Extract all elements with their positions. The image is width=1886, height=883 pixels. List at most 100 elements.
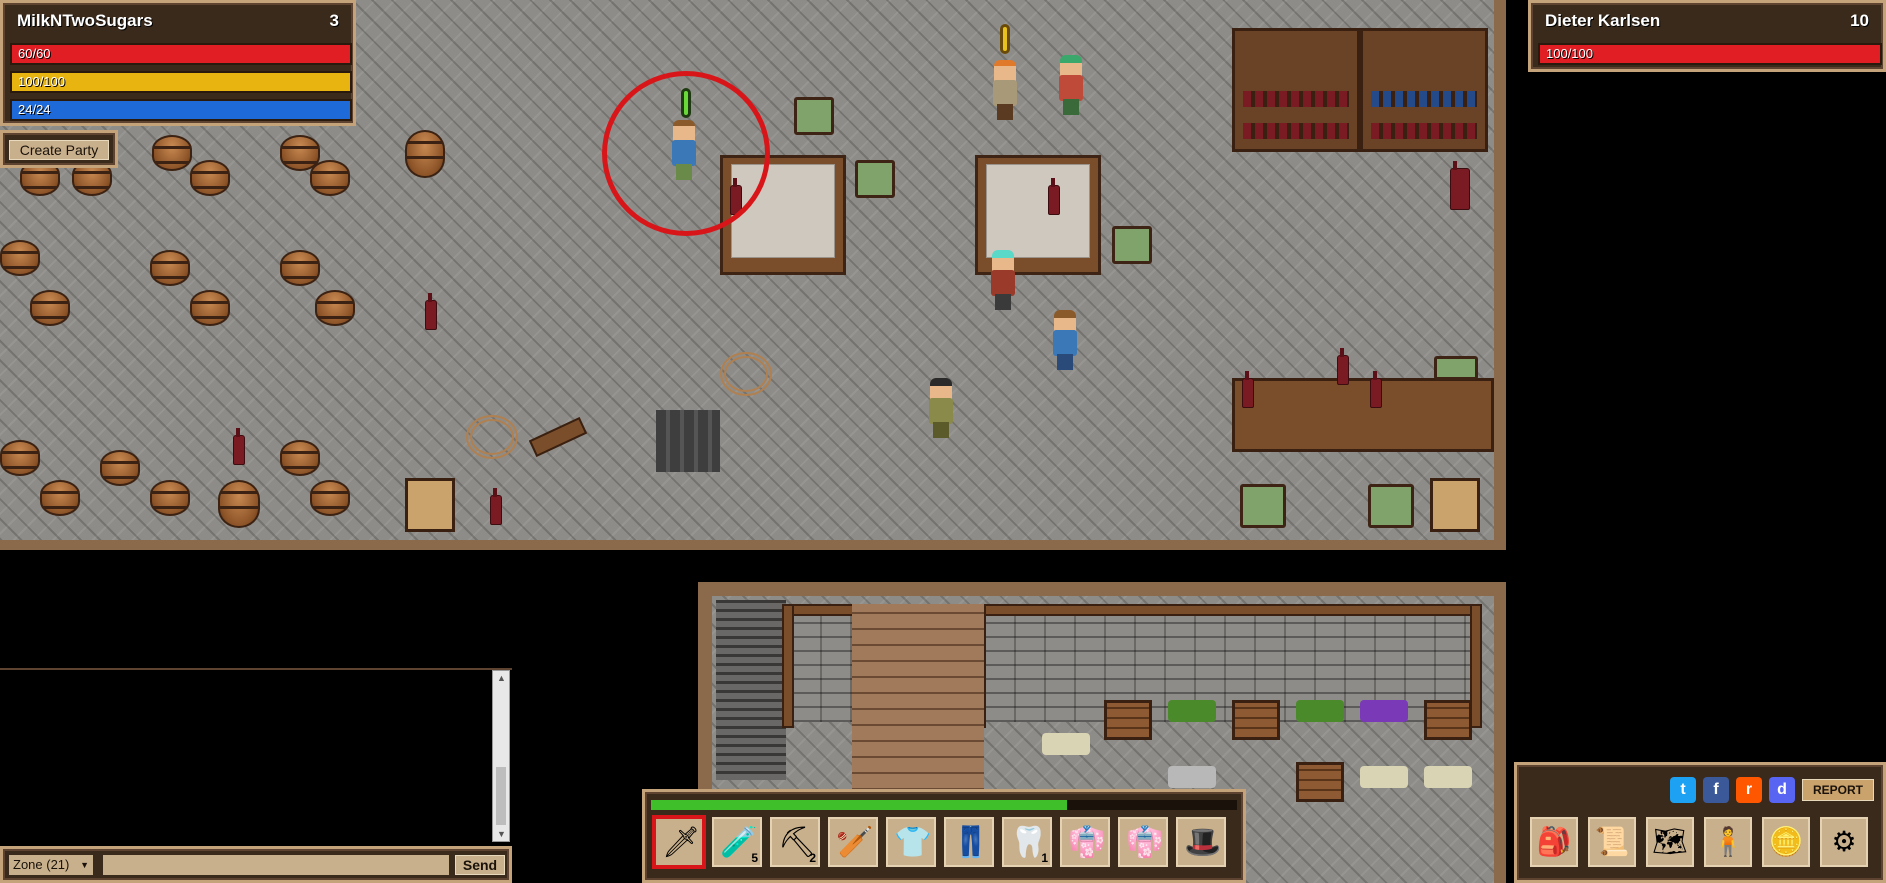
barrel xyxy=(190,160,230,196)
crate xyxy=(1424,700,1472,740)
tunic-icon: 👘 xyxy=(1126,826,1164,859)
shirt-blue-icon: 👕 xyxy=(894,826,932,859)
wine-bottle xyxy=(490,488,502,525)
reddit-icon[interactable]: r xyxy=(1736,777,1762,803)
channel-select[interactable]: Zone (21) ▼ xyxy=(7,853,95,877)
slot-quantity: 5 xyxy=(751,851,758,865)
settings-gear-button[interactable]: ⚙ xyxy=(1818,815,1870,869)
wine-shelf xyxy=(1232,28,1360,152)
send-button[interactable]: Send xyxy=(453,853,507,877)
pants-icon: 👖 xyxy=(952,826,990,859)
discord-icon[interactable]: d xyxy=(1769,777,1795,803)
report-button[interactable]: REPORT xyxy=(1800,777,1876,803)
hat-icon: 🎩 xyxy=(1184,826,1222,859)
chat-scrollbar[interactable]: ▲ ▼ xyxy=(492,670,510,842)
quest-scroll-icon: 📜 xyxy=(1594,826,1630,857)
scroll-down-arrow-icon[interactable]: ▼ xyxy=(497,829,506,839)
hotbar-slot-3[interactable]: ⛏ 2 xyxy=(768,815,822,869)
xp-bar-fill xyxy=(651,800,1068,810)
hotbar-slot-2[interactable]: 🧪 5 xyxy=(710,815,764,869)
barrel xyxy=(280,250,320,286)
create-party-button[interactable]: Create Party xyxy=(7,138,111,162)
floor-border-right xyxy=(1494,0,1506,550)
npc-swordsman[interactable] xyxy=(924,378,958,438)
herb-crate xyxy=(1296,700,1344,722)
chevron-down-icon: ▼ xyxy=(80,860,89,870)
scroll-thumb[interactable] xyxy=(496,767,506,825)
stairs[interactable] xyxy=(716,600,786,780)
hotbar-slot-4[interactable]: 🏏 xyxy=(826,815,880,869)
settings-gear-icon: ⚙ xyxy=(1831,826,1857,857)
chair xyxy=(794,97,834,135)
sword-icon: 🗡 xyxy=(662,826,701,859)
character-icon: 🧍 xyxy=(1710,826,1746,857)
wine-shelf xyxy=(1360,28,1488,152)
wine-bottle xyxy=(1370,371,1382,408)
barrel xyxy=(100,450,140,486)
barrel xyxy=(310,160,350,196)
hotbar-slot-6[interactable]: 👖 xyxy=(942,815,996,869)
barrel xyxy=(190,290,230,326)
npc-brown-hat[interactable] xyxy=(1048,310,1082,370)
bar-stool xyxy=(1434,356,1478,380)
hotbar-slot-9[interactable]: 👘 xyxy=(1116,815,1170,869)
character-button[interactable]: 🧍 xyxy=(1702,815,1754,869)
bar-counter xyxy=(1232,378,1494,452)
bar-stool xyxy=(1368,484,1414,528)
scroll-up-arrow-icon[interactable]: ▲ xyxy=(497,673,506,683)
rope-coil xyxy=(720,352,772,396)
herb-crate xyxy=(1360,766,1408,788)
world-map-icon: 🗺 xyxy=(1652,826,1688,857)
herb-crate xyxy=(1168,700,1216,722)
wine-bottle xyxy=(1242,371,1254,408)
wine-bottle xyxy=(1337,348,1349,385)
health-text: 60/60 xyxy=(18,46,51,61)
chat-input-bar: Zone (21) ▼ Send xyxy=(0,846,512,883)
chat-input[interactable] xyxy=(101,853,451,877)
gold-coins-icon: 🪙 xyxy=(1768,826,1804,857)
target-health-text: 100/100 xyxy=(1546,46,1593,61)
npc-orange-hair[interactable] xyxy=(988,60,1022,120)
channel-label: Zone (21) xyxy=(13,857,70,872)
twitter-icon[interactable]: t xyxy=(1670,777,1696,803)
facebook-icon[interactable]: f xyxy=(1703,777,1729,803)
chat-log[interactable] xyxy=(0,668,512,844)
barrel xyxy=(0,240,40,276)
world-map-button[interactable]: 🗺 xyxy=(1644,815,1696,869)
wine-bottle xyxy=(425,293,437,330)
hotbar-slot-1[interactable]: 🗡 xyxy=(652,815,706,869)
quest-scroll-button[interactable]: 📜 xyxy=(1586,815,1638,869)
hotbar-slot-10[interactable]: 🎩 xyxy=(1174,815,1228,869)
barrel xyxy=(280,440,320,476)
slot-quantity: 2 xyxy=(809,851,816,865)
cobblestone-path xyxy=(852,604,984,804)
bar-stool xyxy=(1240,484,1286,528)
mana-text: 24/24 xyxy=(18,102,51,117)
hotbar-slot-8[interactable]: 👘 xyxy=(1058,815,1112,869)
herb-crate xyxy=(1042,733,1090,755)
target-level: 10 xyxy=(1850,11,1869,30)
npc-dieter-karlsen[interactable] xyxy=(986,250,1020,310)
hotbar-slot-5[interactable]: 👕 xyxy=(884,815,938,869)
ore-crate xyxy=(1168,766,1216,788)
wine-bottle xyxy=(1048,178,1060,215)
gold-coins-button[interactable]: 🪙 xyxy=(1760,815,1812,869)
hotbar-slot-7[interactable]: 🦷 1 xyxy=(1000,815,1054,869)
barrel xyxy=(152,135,192,171)
sack-pile xyxy=(405,478,455,532)
target-health-bar: 100/100 xyxy=(1538,43,1882,65)
inventory-bag-button[interactable]: 🎒 xyxy=(1528,815,1580,869)
barrel xyxy=(315,290,355,326)
npc-green-hair[interactable] xyxy=(1054,55,1088,115)
sack-pile xyxy=(1430,478,1480,532)
wooden-post xyxy=(782,604,794,728)
barrel xyxy=(30,290,70,326)
target-panel: Dieter Karlsen 10 100/100 xyxy=(1528,0,1886,72)
floor-hatch[interactable] xyxy=(656,410,720,472)
quest-marker-icon xyxy=(1000,24,1010,54)
grape-crate xyxy=(1360,700,1408,722)
crate xyxy=(1296,762,1344,802)
herb-crate xyxy=(1424,766,1472,788)
energy-text: 100/100 xyxy=(18,74,65,89)
barrel-with-herbs xyxy=(405,130,445,178)
